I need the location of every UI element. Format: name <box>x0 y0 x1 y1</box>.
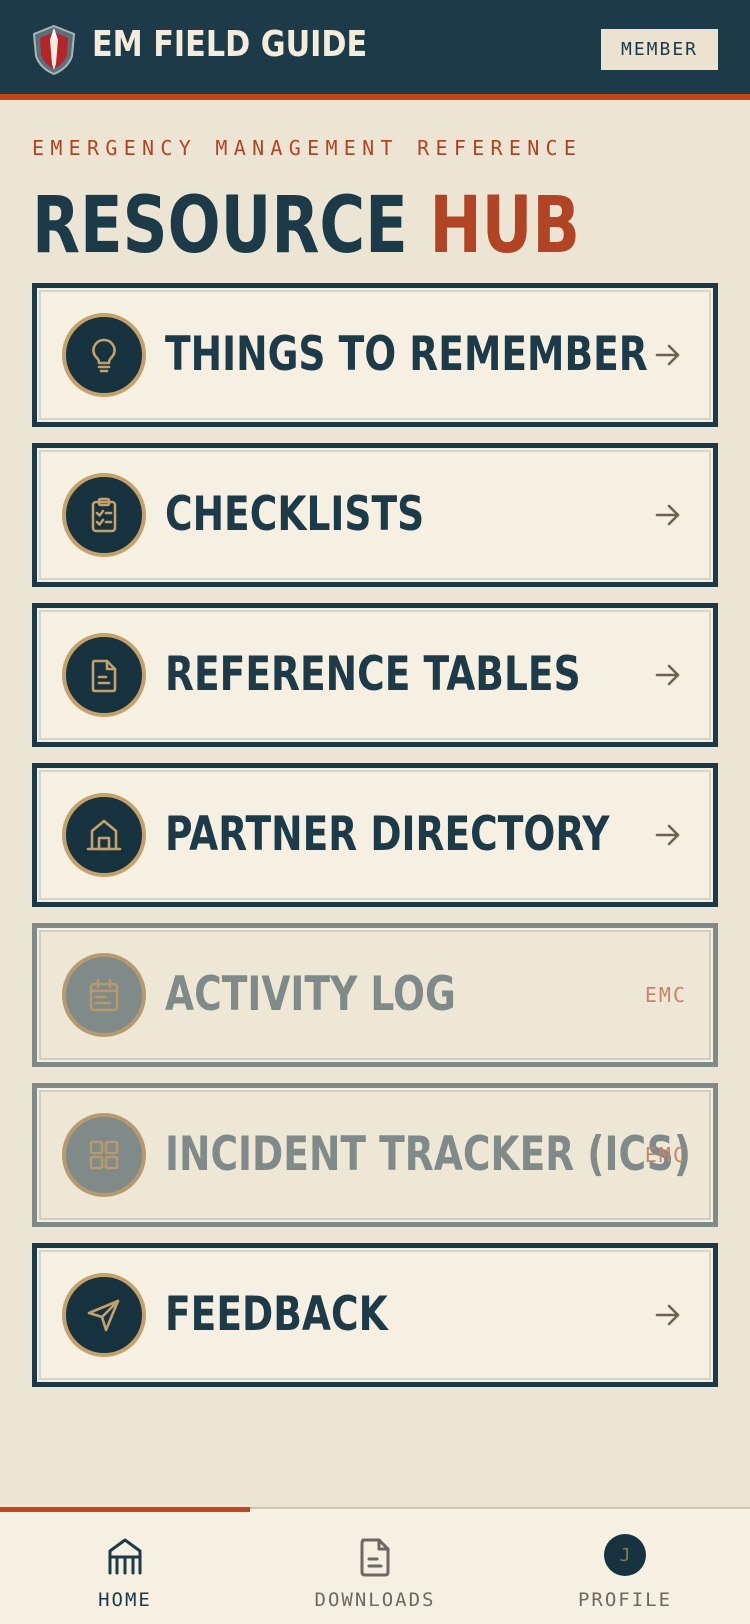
home-icon <box>108 1538 142 1575</box>
document-icon <box>360 1538 390 1577</box>
page-title-main: RESOURCE <box>32 181 408 271</box>
grid-icon <box>62 1113 146 1197</box>
nav-home[interactable]: HOME <box>0 1509 250 1624</box>
page-title-accent: HUB <box>429 181 580 271</box>
member-badge[interactable]: MEMBER <box>601 29 718 70</box>
card-checklists[interactable]: CHECKLISTS <box>32 443 718 587</box>
emc-tag: EMC <box>644 1143 687 1167</box>
send-icon <box>62 1273 146 1357</box>
card-label: CHECKLISTS <box>165 487 425 542</box>
arrow-right-icon <box>655 344 680 366</box>
document-icon <box>62 633 146 717</box>
arrow-right-icon <box>655 664 680 686</box>
emc-tag: EMC <box>644 983 687 1007</box>
card-label: ACTIVITY LOG <box>165 967 456 1022</box>
card-label: PARTNER DIRECTORY <box>165 807 610 862</box>
nav-label: DOWNLOADS <box>314 1589 436 1611</box>
lightbulb-icon <box>62 313 146 397</box>
clipboard-check-icon <box>62 473 146 557</box>
nav-downloads[interactable]: DOWNLOADS <box>250 1509 500 1624</box>
card-feedback[interactable]: FEEDBACK <box>32 1243 718 1387</box>
bottom-nav: HOME DOWNLOADS J PROFILE <box>0 1507 750 1624</box>
card-incident-tracker: INCIDENT TRACKER (ICS) EMC <box>32 1083 718 1227</box>
nav-profile[interactable]: J PROFILE <box>500 1509 750 1624</box>
card-label: INCIDENT TRACKER (ICS) <box>165 1127 692 1182</box>
building-icon <box>62 793 146 877</box>
page-eyebrow: EMERGENCY MANAGEMENT REFERENCE <box>32 136 583 160</box>
card-label: FEEDBACK <box>165 1287 388 1342</box>
nav-label: PROFILE <box>577 1589 673 1611</box>
card-partner-directory[interactable]: PARTNER DIRECTORY <box>32 763 718 907</box>
app-title: EM FIELD GUIDE <box>92 24 368 65</box>
shield-flame-logo <box>32 24 76 76</box>
calendar-icon <box>62 953 146 1037</box>
nav-label: HOME <box>98 1589 152 1611</box>
app-header: EM FIELD GUIDE MEMBER <box>0 0 750 100</box>
card-label: THINGS TO REMEMBER <box>165 327 648 382</box>
avatar: J <box>604 1534 646 1576</box>
card-label: REFERENCE TABLES <box>165 647 581 702</box>
arrow-right-icon <box>655 504 680 526</box>
card-activity-log: ACTIVITY LOG EMC <box>32 923 718 1067</box>
card-reference-tables[interactable]: REFERENCE TABLES <box>32 603 718 747</box>
arrow-right-icon <box>655 824 680 846</box>
card-things-to-remember[interactable]: THINGS TO REMEMBER <box>32 283 718 427</box>
arrow-right-icon <box>655 1304 680 1326</box>
page-title: RESOURCE HUB <box>32 180 580 272</box>
